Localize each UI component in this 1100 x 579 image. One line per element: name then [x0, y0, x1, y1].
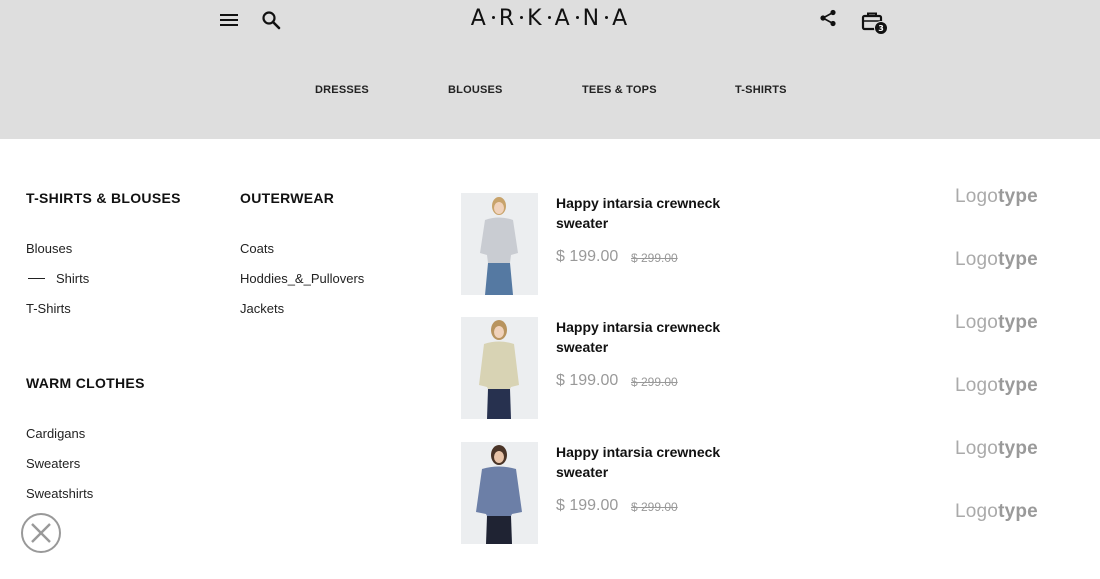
brand-logo-light: Logo: [955, 375, 999, 396]
menu-item-cardigans[interactable]: Cardigans: [26, 426, 85, 441]
nav-tees-tops[interactable]: TEES & TOPS: [582, 84, 657, 96]
logo-letter: K: [527, 6, 544, 31]
brand-logo[interactable]: Logotype: [955, 249, 1038, 271]
active-indicator: [28, 278, 45, 279]
menu-item-coats[interactable]: Coats: [240, 241, 274, 256]
nav-blouses[interactable]: BLOUSES: [448, 84, 503, 96]
brand-logo[interactable]: Logotype: [955, 375, 1038, 397]
product-old-price: $ 299.00: [631, 375, 678, 389]
site-header: ARKANA 3 DRESSES BLOUSES TEES & TOPS T-S…: [0, 0, 1100, 139]
menu-heading-warm-clothes: WARM CLOTHES: [26, 375, 145, 391]
brand-logo-bold: type: [998, 312, 1038, 333]
brand-logo[interactable]: Logotype: [955, 186, 1038, 208]
brand-logo-light: Logo: [955, 312, 999, 333]
cart-count-badge: 3: [874, 21, 888, 35]
brand-logo-bold: type: [998, 501, 1038, 522]
logo-letter: A: [554, 6, 572, 31]
menu-item-blouses[interactable]: Blouses: [26, 241, 72, 256]
nav-t-shirts[interactable]: T-SHIRTS: [735, 84, 787, 96]
logo-letter: A: [470, 6, 488, 31]
brand-logo[interactable]: Logotype: [955, 501, 1038, 523]
product-old-price: $ 299.00: [631, 500, 678, 514]
logo-letter: A: [612, 6, 630, 31]
menu-item-hoodies-pullovers[interactable]: Hoddies_&_Pullovers: [240, 271, 364, 286]
product-card[interactable]: Happy intarsia crewneck sweater $ 199.00…: [461, 193, 781, 297]
brand-logo[interactable]: Logotype: [955, 312, 1038, 334]
menu-item-sweatshirts[interactable]: Sweatshirts: [26, 486, 93, 501]
menu-item-shirts[interactable]: Shirts: [56, 271, 89, 286]
share-icon[interactable]: [817, 7, 839, 29]
product-title[interactable]: Happy intarsia crewneck sweater: [556, 193, 766, 233]
product-image[interactable]: [461, 442, 538, 544]
close-menu-button[interactable]: [21, 513, 61, 553]
product-image[interactable]: [461, 193, 538, 295]
brand-logo-light: Logo: [955, 501, 999, 522]
category-nav: DRESSES BLOUSES TEES & TOPS T-SHIRTS: [0, 84, 1100, 100]
brand-logo-bold: type: [998, 249, 1038, 270]
logo-letter: N: [582, 6, 602, 31]
product-price: $ 199.00: [556, 497, 619, 514]
nav-dresses[interactable]: DRESSES: [315, 84, 369, 96]
brand-logo-light: Logo: [955, 438, 999, 459]
product-card[interactable]: Happy intarsia crewneck sweater $ 199.00…: [461, 317, 781, 421]
brand-logo-bold: type: [998, 375, 1038, 396]
product-title[interactable]: Happy intarsia crewneck sweater: [556, 317, 766, 357]
product-price: $ 199.00: [556, 248, 619, 265]
product-title[interactable]: Happy intarsia crewneck sweater: [556, 442, 766, 482]
menu-item-t-shirts[interactable]: T-Shirts: [26, 301, 71, 316]
brand-logo-bold: type: [998, 186, 1038, 207]
logo-letter: R: [498, 6, 517, 31]
product-price: $ 199.00: [556, 372, 619, 389]
brand-logo-light: Logo: [955, 186, 999, 207]
hamburger-menu-icon[interactable]: [217, 8, 241, 32]
brand-logo-bold: type: [998, 438, 1038, 459]
product-old-price: $ 299.00: [631, 251, 678, 265]
menu-heading-tshirts-blouses: T-SHIRTS & BLOUSES: [26, 190, 181, 206]
menu-item-jackets[interactable]: Jackets: [240, 301, 284, 316]
menu-item-sweaters[interactable]: Sweaters: [26, 456, 80, 471]
site-logo[interactable]: ARKANA: [450, 6, 650, 36]
brand-logo[interactable]: Logotype: [955, 438, 1038, 460]
brand-logo-light: Logo: [955, 249, 999, 270]
menu-heading-outerwear: OUTERWEAR: [240, 190, 335, 206]
product-card[interactable]: Happy intarsia crewneck sweater $ 199.00…: [461, 442, 781, 546]
close-icon: [31, 523, 51, 543]
product-image[interactable]: [461, 317, 538, 419]
search-icon[interactable]: [259, 8, 283, 32]
